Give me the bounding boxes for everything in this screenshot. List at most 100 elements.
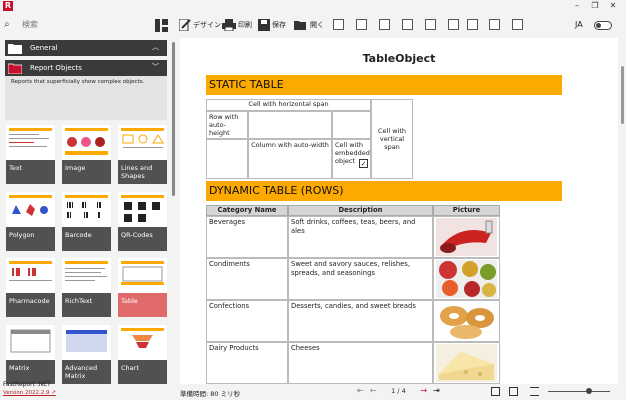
brand-name: FastReport .NET [3,381,51,388]
tile-qr-codes[interactable]: QR-Codes [118,192,167,251]
tile-richtext[interactable]: RichText [62,258,111,317]
tile-matrix[interactable]: Matrix [6,325,55,384]
open-label: 開く [310,21,324,29]
title-bar: R – ❐ ✕ [0,0,626,12]
preview-area[interactable]: TableObject STATIC TABLE Cell with horiz… [180,38,618,384]
next-page-icon[interactable]: → [420,386,427,395]
tile-label: Image [62,160,111,184]
chevron-down-icon: ﹀ [152,63,159,71]
version-link[interactable]: Version 2022.2.9 ↗ [3,389,56,397]
dairy-image [436,344,497,382]
pager: ⇤ ← 1 / 4 → ⇥ [357,386,440,395]
folder-icon [8,63,22,74]
language-selector[interactable]: JA [575,20,583,29]
condiments-image [436,260,497,298]
beverages-image [436,218,497,256]
report-page: TableObject STATIC TABLE Cell with horiz… [180,38,618,384]
copy-page-icon[interactable] [448,19,459,30]
theme-toggle[interactable] [594,21,612,30]
save-label: 保存 [272,21,286,29]
category-general[interactable]: General ︿ [5,40,167,56]
pen-icon[interactable] [425,19,436,30]
table-row-description: Soft drinks, coffees, teas, beers, and a… [288,216,433,258]
prev-page-icon[interactable]: ← [370,386,377,395]
dynamic-table-header: DYNAMIC TABLE (ROWS) [206,181,562,201]
table-row-category: Dairy Products [206,342,288,384]
category-label: General [30,44,58,52]
zoom-slider-knob[interactable] [586,388,592,394]
edit-page-icon[interactable] [402,19,413,30]
folder-icon [8,43,22,54]
design-label: デザイン [193,21,221,29]
category-label: Report Objects [30,64,82,72]
delete-page-icon[interactable] [467,19,478,30]
sidebar-scrollbar[interactable] [172,42,175,196]
tile-polygon[interactable]: Polygon [6,192,55,251]
static-cell-autoheight: Row with auto-height [206,111,248,139]
last-page-icon[interactable]: ⇥ [433,386,440,395]
close-icon[interactable]: ✕ [606,0,620,12]
image-thumbnail [62,125,111,160]
table-row-picture [433,258,500,300]
export-mail-icon[interactable] [333,19,344,30]
design-button[interactable]: デザイン [179,17,221,33]
tile-text[interactable]: Text [6,125,55,184]
tile-label: Pharmacode [6,293,55,317]
restore-icon[interactable]: ❐ [588,0,602,12]
static-cell-vspan: Cell with vertical span [371,99,413,179]
tile-label: RichText [62,293,111,317]
confections-image [436,302,497,340]
minimize-icon[interactable]: – [570,0,584,12]
tile-label: QR-Codes [118,227,167,251]
search-icon: ⌕ [4,18,10,30]
richtext-thumbnail [62,258,111,293]
table-row-description: Cheeses [288,342,433,384]
tile-image[interactable]: Image [62,125,111,184]
tile-label: Lines and Shapes [118,160,167,184]
table-thumbnail [118,258,167,293]
advanced-matrix-thumbnail [62,325,111,360]
watermark-icon[interactable] [489,19,500,30]
tile-table[interactable]: Table [118,258,167,317]
print-button[interactable]: 印刷 [222,17,252,33]
page-number-field[interactable]: 1 / 4 [382,387,414,395]
pharmacode-thumbnail [6,258,55,293]
version-text: Version 2022.2.9 [3,390,50,396]
table-row-category: Condiments [206,258,288,300]
matrix-thumbnail [6,325,55,360]
tile-barcode[interactable]: Barcode [62,192,111,251]
tile-lines-and-shapes[interactable]: Lines and Shapes [118,125,167,184]
page-width-icon[interactable] [530,387,539,396]
table-row-picture [433,300,500,342]
status-text: 準備時間: 80 ミリ秒 [180,390,241,398]
page-setup-icon[interactable] [512,19,523,30]
tile-label: Advanced Matrix [62,360,111,384]
category-report-objects[interactable]: Report Objects ﹀ [5,60,167,76]
single-page-view-icon[interactable] [491,387,500,396]
find-icon[interactable] [356,19,367,30]
tile-label: Chart [118,360,167,384]
outline-icon[interactable] [379,19,390,30]
search-input[interactable] [22,19,142,29]
multi-page-view-icon[interactable] [509,387,518,396]
tile-chart[interactable]: Chart [118,325,167,384]
tile-label: Table [118,293,167,317]
qr-thumbnail [118,192,167,227]
layout-button[interactable] [155,17,168,33]
static-cell-hspan: Cell with horizontal span [206,99,371,111]
zoom-slider[interactable] [548,391,610,392]
table-row-description: Desserts, candies, and sweet breads [288,300,433,342]
scrollbar-thumb[interactable] [621,66,624,124]
tile-pharmacode[interactable]: Pharmacode [6,258,55,317]
tile-label: Polygon [6,227,55,251]
polygon-thumbnail [6,192,55,227]
category-description: Reports that superficially show complex … [5,76,167,120]
tile-advanced-matrix[interactable]: Advanced Matrix [62,325,111,384]
open-button[interactable]: 開く [294,17,324,33]
static-cell-empty [206,139,248,179]
save-icon [258,19,270,31]
first-page-icon[interactable]: ⇤ [357,386,364,395]
save-button[interactable]: 保存 [258,17,286,33]
preview-scrollbar[interactable] [618,38,626,384]
design-icon [179,19,191,31]
